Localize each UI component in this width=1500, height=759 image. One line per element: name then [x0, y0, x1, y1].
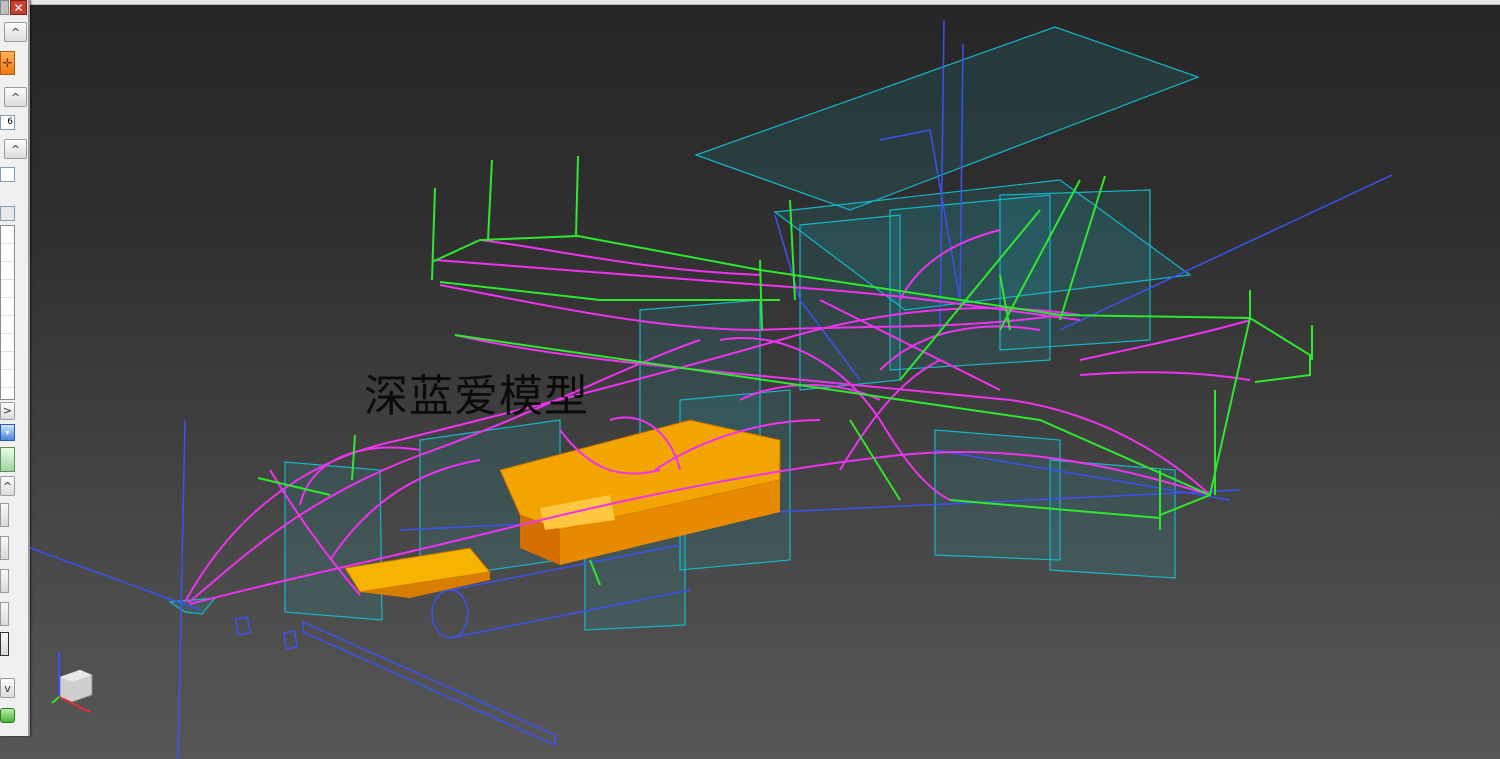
- 3d-viewport[interactable]: [0, 0, 1500, 759]
- watermark-text: 深蓝爱模型: [364, 371, 589, 422]
- datum-planes: [168, 26, 1200, 631]
- view-orientation-cube-icon[interactable]: [51, 652, 93, 713]
- fuselage-body: [344, 419, 781, 598]
